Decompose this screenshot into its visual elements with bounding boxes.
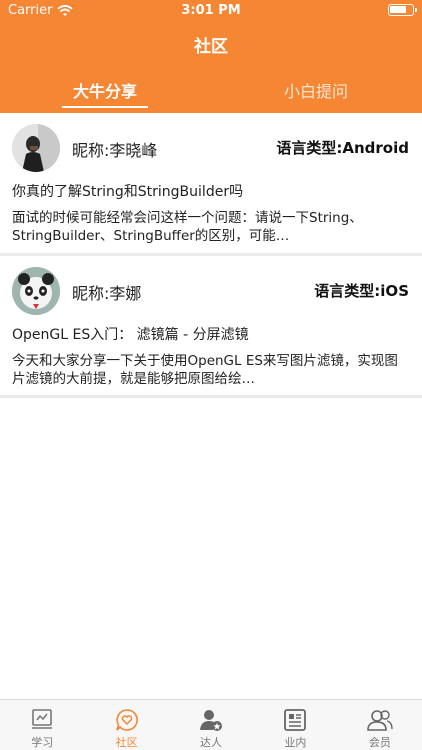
tab-ask[interactable]: 小白提问 <box>246 78 386 102</box>
tabbar-label: 学习 <box>31 736 54 749</box>
post-summary: 面试的时候可能经常会问这样一个问题：请说一下String、StringBuild… <box>12 210 363 244</box>
status-time: 3:01 PM <box>181 3 241 18</box>
page-title: 社区 <box>194 37 228 57</box>
status-bar: Carrier 3:01 PM <box>0 0 422 22</box>
post-language: 语言类型:Android <box>276 139 409 157</box>
post-nickname: 昵称:李娜 <box>72 284 142 303</box>
avatar <box>12 124 60 172</box>
tabbar-label: 会员 <box>368 736 391 749</box>
tabbar-label: 社区 <box>115 736 138 749</box>
news-icon <box>284 709 307 731</box>
post-title: 你真的了解String和StringBuilder吗 <box>12 184 244 200</box>
post-card[interactable]: 昵称:李晓峰 语言类型:Android 你真的了解String和StringBu… <box>0 113 422 253</box>
community-icon <box>115 709 138 731</box>
divider <box>0 395 422 398</box>
tabbar-item-community[interactable]: 社区 <box>84 700 168 750</box>
tabbar-label: 业内 <box>284 736 307 749</box>
battery-icon <box>388 4 417 16</box>
tabbar-label: 达人 <box>200 736 223 749</box>
post-card[interactable]: 昵称:李娜 语言类型:iOS OpenGL ES入门： 滤镜篇 - 分屏滤镜 今… <box>0 256 422 396</box>
expert-icon <box>200 710 223 731</box>
tab-bar: 学习 社区 达人 业内 会员 <box>0 699 422 750</box>
post-nickname: 昵称:李晓峰 <box>72 141 158 160</box>
tabbar-item-members[interactable]: 会员 <box>338 700 422 750</box>
study-icon <box>32 709 53 729</box>
person-avatar-icon <box>12 124 60 172</box>
header: Carrier 3:01 PM 社区 大牛分享 小白提问 <box>0 0 422 113</box>
tabbar-item-news[interactable]: 业内 <box>253 700 337 750</box>
tab-share[interactable]: 大牛分享 <box>35 78 175 102</box>
members-icon <box>367 710 393 731</box>
tabbar-item-study[interactable]: 学习 <box>0 700 84 750</box>
post-language: 语言类型:iOS <box>314 282 409 300</box>
avatar <box>12 267 60 315</box>
panda-avatar-icon <box>12 267 60 315</box>
post-summary: 今天和大家分享一下关于使用OpenGL ES来写图片滤镜，实现图片滤镜的大前提，… <box>12 353 398 387</box>
post-title: OpenGL ES入门： 滤镜篇 - 分屏滤镜 <box>12 327 249 343</box>
tab-indicator <box>62 106 148 108</box>
tabbar-item-expert[interactable]: 达人 <box>169 700 253 750</box>
